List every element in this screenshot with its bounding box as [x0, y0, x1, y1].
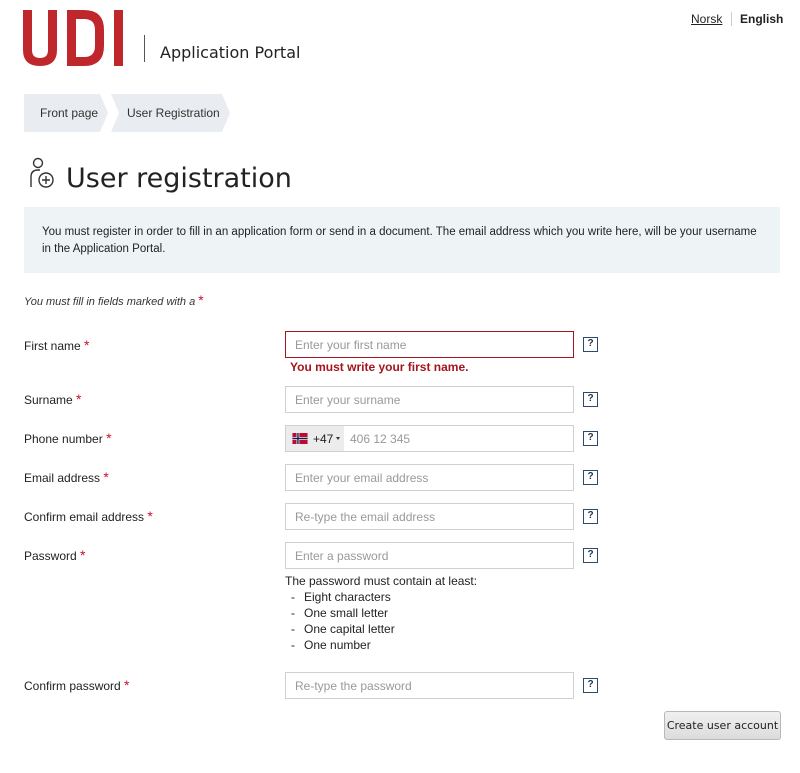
first-name-help-button[interactable]: ? [583, 337, 598, 352]
email-help-button[interactable]: ? [583, 470, 598, 485]
required-note-text: You must fill in fields marked with a [24, 296, 196, 308]
surname-help-button[interactable]: ? [583, 392, 598, 407]
language-norsk-link[interactable]: Norsk [691, 12, 722, 26]
country-code: +47 [313, 432, 334, 446]
password-help-button[interactable]: ? [583, 548, 598, 563]
required-fields-note: You must fill in fields marked with a * [24, 292, 204, 308]
phone-input[interactable] [344, 426, 585, 451]
breadcrumb-user-registration[interactable]: User Registration [111, 94, 230, 132]
confirm-email-input[interactable] [285, 503, 574, 530]
first-name-error: You must write your first name. [290, 360, 469, 374]
country-code-dropdown[interactable]: +47 [286, 426, 344, 451]
email-label-text: Email address [24, 471, 101, 485]
surname-label-text: Surname [24, 393, 73, 407]
required-star: * [147, 508, 153, 524]
language-separator [731, 12, 732, 26]
confirm-password-label-text: Confirm password [24, 679, 121, 693]
password-rule-text: One capital letter [304, 622, 395, 636]
info-message: You must register in order to fill in an… [24, 207, 780, 273]
email-input[interactable] [285, 464, 574, 491]
password-rule: - One small letter [291, 606, 389, 620]
password-label-text: Password [24, 549, 77, 563]
required-star: * [198, 292, 204, 308]
surname-input[interactable] [285, 386, 574, 413]
password-rule-text: One number [304, 638, 371, 652]
header-divider [144, 35, 145, 62]
required-star: * [76, 391, 82, 407]
password-rule: - One capital letter [291, 622, 395, 636]
phone-label-text: Phone number [24, 432, 103, 446]
create-user-account-button[interactable]: Create user account [664, 711, 781, 740]
required-star: * [80, 547, 86, 563]
confirm-password-input[interactable] [285, 672, 574, 699]
confirm-password-label: Confirm password * [24, 677, 130, 693]
phone-field: +47 [285, 425, 585, 452]
first-name-label: First name * [24, 337, 89, 353]
phone-help-button[interactable]: ? [583, 431, 598, 446]
user-add-icon [30, 157, 54, 188]
required-star: * [124, 677, 130, 693]
confirm-email-help-button[interactable]: ? [583, 509, 598, 524]
password-input[interactable] [285, 542, 574, 569]
first-name-input[interactable] [285, 331, 574, 358]
password-rule: - One number [291, 638, 371, 652]
breadcrumb-front-page[interactable]: Front page [24, 94, 108, 132]
phone-label: Phone number * [24, 430, 112, 446]
email-label: Email address * [24, 469, 109, 485]
caret-down-icon [336, 437, 340, 440]
required-star: * [103, 469, 109, 485]
norway-flag-icon [292, 433, 308, 444]
udi-logo [23, 10, 123, 66]
password-rule-text: Eight characters [304, 590, 391, 604]
portal-title: Application Portal [160, 43, 301, 62]
required-star: * [84, 337, 90, 353]
page-title: User registration [66, 163, 292, 194]
confirm-email-label-text: Confirm email address [24, 510, 145, 524]
required-star: * [106, 430, 112, 446]
language-english-link[interactable]: English [740, 12, 783, 26]
confirm-email-label: Confirm email address * [24, 508, 153, 524]
password-rules-title: The password must contain at least: [285, 574, 478, 588]
password-rule-text: One small letter [304, 606, 389, 620]
confirm-password-help-button[interactable]: ? [583, 678, 598, 693]
password-label: Password * [24, 547, 85, 563]
surname-label: Surname * [24, 391, 82, 407]
password-rule: - Eight characters [291, 590, 391, 604]
first-name-label-text: First name [24, 339, 81, 353]
